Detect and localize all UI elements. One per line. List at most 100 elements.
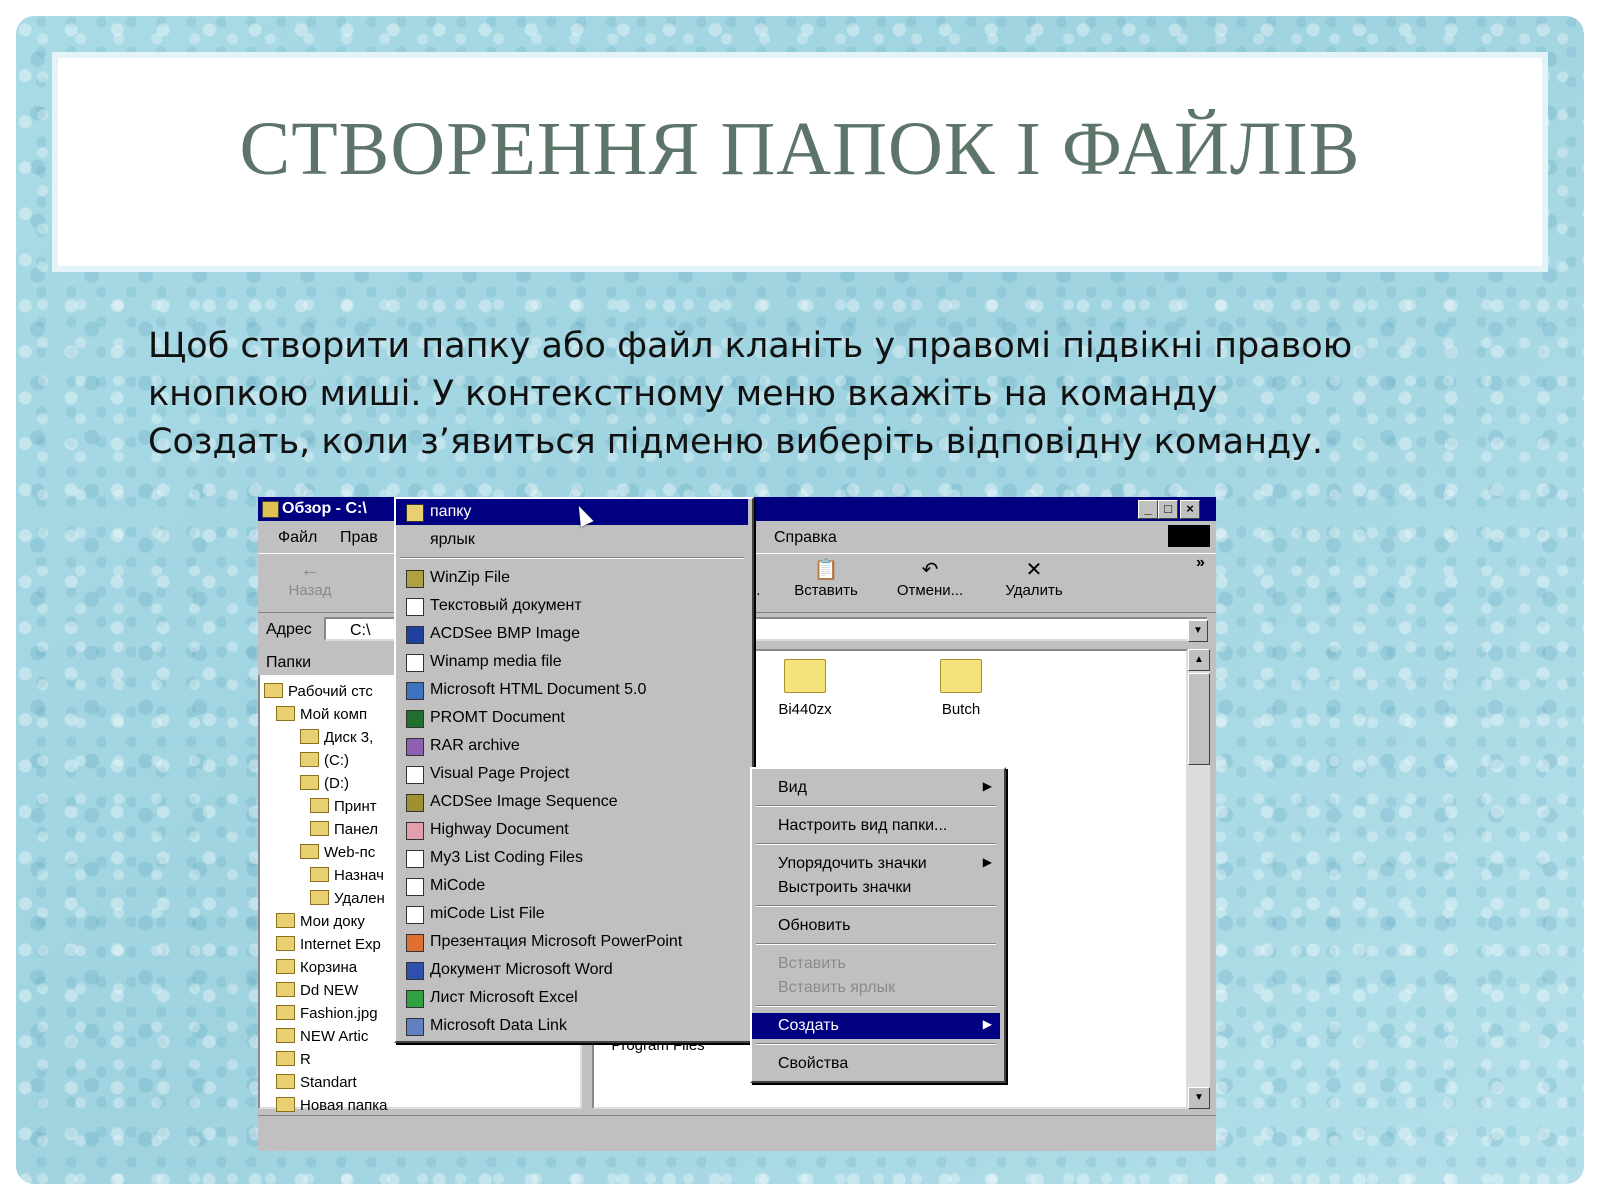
context-menu-new[interactable]: Создать ▶ <box>752 1013 1000 1039</box>
tree-item[interactable]: Новая папка <box>276 1097 387 1114</box>
computer-icon <box>276 706 295 721</box>
submenu-arrow-icon: ▶ <box>982 855 992 869</box>
submenu-item[interactable]: My3 List Coding Files <box>396 845 748 871</box>
drive-icon <box>300 752 319 767</box>
tree-item[interactable]: Internet Exp <box>276 936 381 953</box>
windows-logo-icon <box>1168 525 1210 547</box>
submenu-item[interactable]: miCode List File <box>396 901 748 927</box>
folder-icon <box>784 659 826 693</box>
submenu-item[interactable]: Microsoft HTML Document 5.0 <box>396 677 748 703</box>
submenu-item[interactable]: Текстовый документ <box>396 593 748 619</box>
media-file-icon <box>406 654 424 672</box>
submenu-item-folder[interactable]: папку <box>396 499 748 525</box>
tree-item[interactable]: Standart <box>276 1074 357 1091</box>
context-menu-paste: Вставить <box>778 955 846 972</box>
folder-icon <box>276 1028 295 1043</box>
folder-item[interactable]: Butch <box>916 659 1006 718</box>
menu-separator <box>756 1043 996 1045</box>
new-submenu: папку ярлык WinZip File Текстовый докуме… <box>394 497 754 1043</box>
web-folder-icon <box>300 844 319 859</box>
tree-item[interactable]: (C:) <box>300 752 349 769</box>
context-menu-line-up[interactable]: Выстроить значки <box>752 875 1000 901</box>
explorer-icon <box>262 501 279 518</box>
rar-archive-icon <box>406 738 424 756</box>
submenu-item[interactable]: PROMT Document <box>396 705 748 731</box>
micode-icon <box>406 878 424 896</box>
tree-item[interactable]: Принт <box>310 798 377 815</box>
bmp-image-icon <box>406 626 424 644</box>
menu-file[interactable]: Файл <box>278 529 317 547</box>
vertical-scrollbar[interactable]: ▲ ▼ <box>1188 649 1210 1109</box>
data-link-icon <box>406 1018 424 1036</box>
scroll-down-icon[interactable]: ▼ <box>1188 1087 1210 1109</box>
drive-icon <box>300 729 319 744</box>
submenu-arrow-icon: ▶ <box>982 779 992 793</box>
window-title: Обзор - C:\ <box>282 500 367 517</box>
address-value: C:\ <box>350 622 371 639</box>
submenu-item[interactable]: Документ Microsoft Word <box>396 957 748 983</box>
back-button[interactable]: ← Назад <box>262 558 358 608</box>
tree-item[interactable]: Dd NEW <box>276 982 358 999</box>
submenu-item[interactable]: RAR archive <box>396 733 748 759</box>
tree-item[interactable]: Мои доку <box>276 913 365 930</box>
menu-separator <box>756 843 996 845</box>
submenu-item-shortcut[interactable]: ярлык <box>396 527 748 553</box>
tree-item[interactable]: NEW Artic <box>276 1028 368 1045</box>
tree-item[interactable]: Панел <box>310 821 378 838</box>
submenu-item[interactable]: WinZip File <box>396 565 748 591</box>
printer-folder-icon <box>310 798 329 813</box>
undo-button[interactable]: ↶ Отмени... <box>882 558 978 608</box>
tree-item[interactable]: Назнач <box>310 867 384 884</box>
undo-icon: ↶ <box>921 559 939 581</box>
submenu-item[interactable]: Highway Document <box>396 817 748 843</box>
scroll-thumb[interactable] <box>1188 673 1210 765</box>
menu-help[interactable]: Справка <box>774 529 837 547</box>
tree-item[interactable]: Web-пс <box>300 844 375 861</box>
minimize-button[interactable]: _ <box>1138 500 1158 519</box>
internet-explorer-icon <box>276 936 295 951</box>
folder-icon <box>276 1074 295 1089</box>
context-menu-properties[interactable]: Свойства <box>752 1051 1000 1077</box>
context-menu-customize[interactable]: Настроить вид папки... <box>752 813 1000 839</box>
word-icon <box>406 962 424 980</box>
menu-edit[interactable]: Прав <box>340 529 378 547</box>
close-button[interactable]: × <box>1180 500 1200 519</box>
paste-button[interactable]: 📋 Вставить <box>778 558 874 608</box>
status-bar <box>258 1115 1216 1151</box>
submenu-item[interactable]: Winamp media file <box>396 649 748 675</box>
delete-button[interactable]: ✕ Удалить <box>986 558 1082 608</box>
submenu-item[interactable]: MiCode <box>396 873 748 899</box>
context-menu-view[interactable]: Вид ▶ <box>752 775 1000 801</box>
submenu-item[interactable]: ACDSee BMP Image <box>396 621 748 647</box>
address-label: Адрес <box>266 621 312 638</box>
address-dropdown-icon[interactable]: ▼ <box>1188 620 1208 642</box>
control-panel-icon <box>310 821 329 836</box>
tree-item[interactable]: (D:) <box>300 775 349 792</box>
tree-item[interactable]: Корзина <box>276 959 357 976</box>
maximize-button[interactable]: □ <box>1158 500 1178 519</box>
list-file-icon <box>406 906 424 924</box>
folder-item[interactable]: Bi440zx <box>760 659 850 718</box>
menu-separator <box>400 557 744 559</box>
submenu-item[interactable]: Visual Page Project <box>396 761 748 787</box>
toolbar-more-button[interactable]: » <box>1196 554 1205 572</box>
folder-icon <box>276 1005 295 1020</box>
highway-document-icon <box>406 822 424 840</box>
submenu-item[interactable]: ACDSee Image Sequence <box>396 789 748 815</box>
tree-item[interactable]: Удален <box>310 890 385 907</box>
tree-item[interactable]: Мой комп <box>276 706 367 723</box>
tree-item[interactable]: R <box>276 1051 311 1068</box>
slide-title: СТВОРЕННЯ ПАПОК І ФАЙЛІВ <box>239 107 1361 191</box>
desktop-icon <box>264 683 283 698</box>
tree-item[interactable]: Fashion.jpg <box>276 1005 378 1022</box>
tree-item[interactable]: Рабочий стс <box>264 683 373 700</box>
submenu-item[interactable]: Microsoft Data Link <box>396 1013 748 1039</box>
tree-item[interactable]: Диск 3, <box>300 729 373 746</box>
context-menu-arrange[interactable]: Упорядочить значки ▶ <box>752 851 1000 877</box>
context-menu-paste-shortcut: Вставить ярлык <box>778 979 896 996</box>
submenu-item[interactable]: Презентация Microsoft PowerPoint <box>396 929 748 955</box>
scroll-up-icon[interactable]: ▲ <box>1188 649 1210 671</box>
folder-icon <box>276 913 295 928</box>
context-menu-refresh[interactable]: Обновить <box>752 913 1000 939</box>
submenu-item[interactable]: Лист Microsoft Excel <box>396 985 748 1011</box>
